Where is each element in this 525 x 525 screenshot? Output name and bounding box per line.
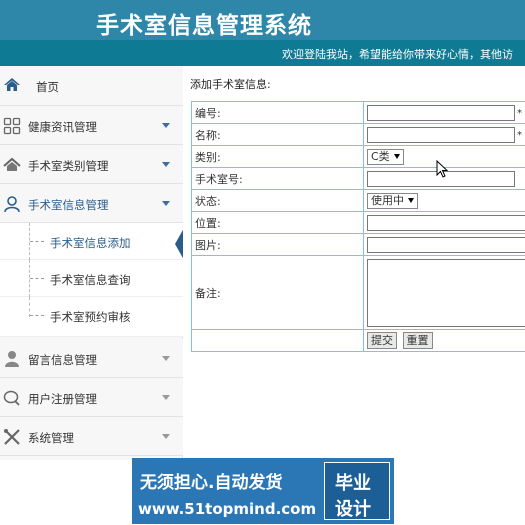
banner-text: 无须担心.自动发货 <box>140 473 283 493</box>
select-value: C类 <box>371 149 390 163</box>
form-row: 名称: * <box>191 123 525 146</box>
required-mark: * <box>517 107 522 119</box>
dropdown-arrow-icon <box>408 198 414 203</box>
sidebar-item-system[interactable]: 系统管理 <box>0 417 183 456</box>
field-label: 手术室号: <box>191 167 364 190</box>
wrench-icon <box>4 429 20 445</box>
tree-dash <box>30 315 44 316</box>
form-heading: 添加手术室信息: <box>190 78 271 91</box>
reset-button[interactable]: 重置 <box>402 332 433 349</box>
form-row: 位置: <box>191 211 525 234</box>
sidebar-item-messages[interactable]: 留言信息管理 <box>0 339 183 378</box>
welcome-message: 欢迎登陆我站，希望能给你带来好心情，其他访 <box>282 48 513 61</box>
status-select[interactable]: 使用中 <box>367 192 418 209</box>
form-row: 备注: <box>191 255 525 330</box>
field-label: 类别: <box>191 145 364 168</box>
app-title: 手术室信息管理系统 <box>96 13 312 39</box>
form-row: 提交 重置 <box>191 329 525 352</box>
field-label: 位置: <box>191 211 364 234</box>
sidebar-subitem-label: 手术室预约审核 <box>50 310 131 324</box>
sidebar-item-label: 手术室信息管理 <box>28 198 109 212</box>
chevron-down-icon <box>162 434 170 439</box>
person-icon <box>5 351 19 367</box>
sidebar-item-health-news[interactable]: 健康资讯管理 <box>0 106 183 145</box>
form-row: 手术室号: <box>191 167 525 190</box>
sidebar-subitem-room-add[interactable]: 手术室信息添加 <box>0 223 183 260</box>
field-label: 备注: <box>191 255 364 330</box>
remarks-textarea[interactable] <box>367 258 525 327</box>
form-row: 类别: C类 <box>191 145 525 168</box>
chat-icon <box>3 390 20 406</box>
badge-text: 毕业 <box>335 473 371 494</box>
watermark-banner: 无须担心.自动发货 www.51topmind.com 毕业 设计 <box>132 458 394 524</box>
sidebar-item-label: 首页 <box>36 80 59 94</box>
mouse-cursor-icon <box>436 160 448 178</box>
sidebar-item-home[interactable]: 首页 <box>0 66 183 106</box>
add-room-form: 编号: * 名称: * 类别: C类 手术室号: 状态: 使用中 位置: 图片:… <box>191 101 525 352</box>
select-value: 使用中 <box>371 193 404 207</box>
chevron-down-icon <box>162 162 170 167</box>
category-select[interactable]: C类 <box>367 148 404 165</box>
sidebar-item-room-info[interactable]: 手术室信息管理 <box>0 184 183 223</box>
form-row: 图片: <box>191 233 525 256</box>
dropdown-arrow-icon <box>393 154 400 159</box>
main-content: 添加手术室信息: 编号: * 名称: * 类别: C类 手术室号: 状态: 使用… <box>183 66 525 460</box>
user-icon <box>4 196 20 213</box>
banner-badge: 毕业 设计 <box>324 462 390 520</box>
tree-dash <box>30 278 44 279</box>
required-mark: * <box>517 129 522 141</box>
chevron-down-icon <box>162 395 170 400</box>
grid-icon <box>3 117 21 135</box>
field-label: 图片: <box>191 233 364 256</box>
name-input[interactable] <box>367 126 515 143</box>
app-header: 手术室信息管理系统 <box>0 0 525 40</box>
sidebar-subitem-label: 手术室信息添加 <box>50 236 131 250</box>
field-label: 编号: <box>191 101 364 124</box>
image-input[interactable] <box>367 236 525 253</box>
chevron-down-icon <box>162 356 170 361</box>
sidebar-item-label: 系统管理 <box>28 431 74 445</box>
field-label: 名称: <box>191 123 364 146</box>
form-row: 编号: * <box>191 101 525 124</box>
sidebar-item-label: 用户注册管理 <box>28 392 97 406</box>
chevron-down-icon <box>162 201 170 206</box>
submit-button[interactable]: 提交 <box>367 332 397 349</box>
sidebar-subitem-room-query[interactable]: 手术室信息查询 <box>0 260 183 297</box>
sidebar-subitem-label: 手术室信息查询 <box>50 273 131 287</box>
sidebar-item-users[interactable]: 用户注册管理 <box>0 378 183 417</box>
form-row: 状态: 使用中 <box>191 189 525 212</box>
house-icon <box>3 157 21 171</box>
sidebar-item-category[interactable]: 手术室类别管理 <box>0 145 183 184</box>
sidebar-item-label: 手术室类别管理 <box>28 159 109 173</box>
sidebar: 首页 健康资讯管理 手术室类别管理 手术室信息管理 手术室信息添加 手术室信息查… <box>0 66 183 460</box>
tree-dash <box>30 241 44 242</box>
empty-cell <box>191 329 364 352</box>
welcome-ticker: 欢迎登陆我站，希望能给你带来好心情，其他访 <box>0 40 525 66</box>
location-input[interactable] <box>367 214 525 231</box>
sidebar-item-label: 留言信息管理 <box>28 353 97 367</box>
sidebar-item-label: 健康资讯管理 <box>28 120 97 134</box>
banner-url: www.51topmind.com <box>138 500 317 518</box>
home-icon <box>4 78 20 91</box>
field-label: 状态: <box>191 189 364 212</box>
chevron-down-icon <box>162 123 170 128</box>
number-input[interactable] <box>367 104 515 121</box>
tree-line <box>29 297 30 317</box>
sidebar-subitem-booking-review[interactable]: 手术室预约审核 <box>0 297 183 337</box>
badge-text: 设计 <box>335 499 371 520</box>
